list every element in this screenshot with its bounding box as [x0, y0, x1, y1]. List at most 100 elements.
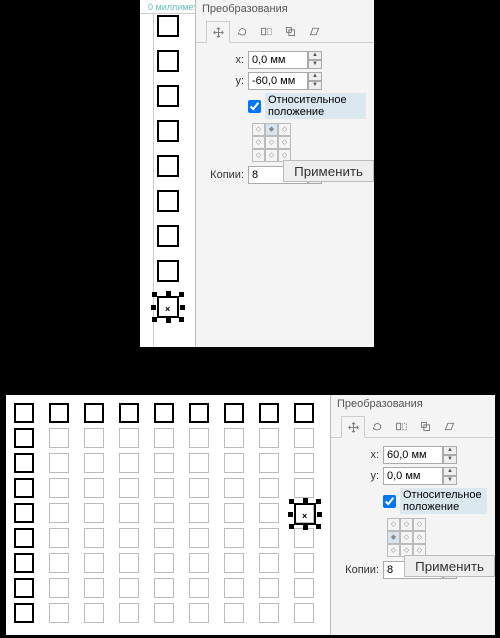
square-object[interactable]: [49, 578, 69, 598]
square-object[interactable]: [119, 428, 139, 448]
square-object[interactable]: [84, 503, 104, 523]
anchor-grid[interactable]: ◇◇◇ ◆◇◇ ◇◇◇: [387, 518, 487, 557]
square-object[interactable]: [157, 15, 179, 37]
square-object[interactable]: [49, 478, 69, 498]
square-object[interactable]: [49, 453, 69, 473]
y-down[interactable]: ▼: [443, 476, 457, 485]
square-object[interactable]: [259, 603, 279, 623]
x-input[interactable]: [383, 446, 443, 464]
square-object[interactable]: [154, 403, 174, 423]
square-object[interactable]: [224, 403, 244, 423]
skew-tab[interactable]: [437, 415, 461, 437]
square-object[interactable]: [154, 578, 174, 598]
canvas-area-2[interactable]: ×: [6, 395, 330, 635]
square-object[interactable]: [49, 553, 69, 573]
square-object[interactable]: [14, 478, 34, 498]
square-object[interactable]: [14, 528, 34, 548]
x-up[interactable]: ▲: [308, 51, 322, 60]
x-input[interactable]: [248, 51, 308, 69]
square-object[interactable]: [294, 403, 314, 423]
square-object[interactable]: [224, 478, 244, 498]
square-object[interactable]: [224, 578, 244, 598]
square-object[interactable]: [294, 453, 314, 473]
square-object[interactable]: [157, 155, 179, 177]
square-object[interactable]: [157, 260, 179, 282]
square-object[interactable]: [14, 503, 34, 523]
square-object[interactable]: [294, 528, 314, 548]
square-object[interactable]: [49, 428, 69, 448]
square-object[interactable]: [189, 553, 209, 573]
square-object[interactable]: [224, 503, 244, 523]
square-object[interactable]: [224, 603, 244, 623]
relative-checkbox-row[interactable]: Относительное положение: [248, 93, 366, 119]
square-object[interactable]: [49, 528, 69, 548]
square-object[interactable]: [259, 403, 279, 423]
canvas-area[interactable]: ×: [155, 15, 195, 347]
position-tab[interactable]: [206, 21, 230, 43]
square-object[interactable]: [189, 428, 209, 448]
x-spinner[interactable]: ▲▼: [248, 51, 322, 69]
relative-checkbox[interactable]: [248, 100, 261, 113]
square-object[interactable]: [84, 603, 104, 623]
square-object[interactable]: [224, 528, 244, 548]
square-object[interactable]: [119, 453, 139, 473]
rotate-tab[interactable]: [230, 20, 254, 42]
square-object[interactable]: [189, 578, 209, 598]
square-object[interactable]: [154, 553, 174, 573]
square-object[interactable]: [189, 478, 209, 498]
y-spinner[interactable]: ▲▼: [383, 467, 457, 485]
y-up[interactable]: ▲: [443, 467, 457, 476]
square-object[interactable]: [259, 528, 279, 548]
square-object[interactable]: [294, 478, 314, 498]
square-object[interactable]: [154, 603, 174, 623]
y-input[interactable]: [383, 467, 443, 485]
square-object[interactable]: [14, 403, 34, 423]
square-object[interactable]: [189, 503, 209, 523]
square-object[interactable]: [259, 503, 279, 523]
square-object[interactable]: [259, 578, 279, 598]
square-object[interactable]: [84, 453, 104, 473]
square-object[interactable]: [294, 428, 314, 448]
selected-object[interactable]: ×: [152, 292, 184, 322]
square-object[interactable]: [119, 603, 139, 623]
square-object[interactable]: [119, 553, 139, 573]
x-spinner[interactable]: ▲▼: [383, 446, 457, 464]
y-down[interactable]: ▼: [308, 81, 322, 90]
square-object[interactable]: [14, 453, 34, 473]
y-input[interactable]: [248, 72, 308, 90]
anchor-grid[interactable]: ◇◆◇ ◇◇◇ ◇◇◇: [252, 123, 366, 162]
square-object[interactable]: [157, 85, 179, 107]
square-object[interactable]: [259, 428, 279, 448]
apply-button[interactable]: Применить: [283, 160, 374, 182]
selected-object[interactable]: ×: [289, 499, 321, 529]
square-object[interactable]: [224, 428, 244, 448]
square-object[interactable]: [14, 553, 34, 573]
square-object[interactable]: [84, 528, 104, 548]
square-object[interactable]: [154, 503, 174, 523]
relative-checkbox-row[interactable]: Относительное положение: [383, 488, 487, 514]
square-object[interactable]: [49, 603, 69, 623]
square-object[interactable]: [259, 478, 279, 498]
square-object[interactable]: [84, 553, 104, 573]
scale-tab[interactable]: [278, 20, 302, 42]
square-object[interactable]: [119, 503, 139, 523]
relative-checkbox[interactable]: [383, 495, 396, 508]
apply-button[interactable]: Применить: [404, 555, 495, 577]
square-object[interactable]: [84, 403, 104, 423]
square-object[interactable]: [157, 50, 179, 72]
square-object[interactable]: [259, 453, 279, 473]
square-object[interactable]: [154, 478, 174, 498]
square-object[interactable]: [189, 403, 209, 423]
square-object[interactable]: [84, 428, 104, 448]
square-object[interactable]: [224, 453, 244, 473]
square-object[interactable]: [154, 453, 174, 473]
skew-tab[interactable]: [302, 20, 326, 42]
square-object[interactable]: [84, 478, 104, 498]
square-object[interactable]: [157, 225, 179, 247]
scale-tab[interactable]: [413, 415, 437, 437]
square-object[interactable]: [119, 528, 139, 548]
x-down[interactable]: ▼: [443, 455, 457, 464]
square-object[interactable]: [294, 553, 314, 573]
y-spinner[interactable]: ▲▼: [248, 72, 322, 90]
square-object[interactable]: [294, 603, 314, 623]
